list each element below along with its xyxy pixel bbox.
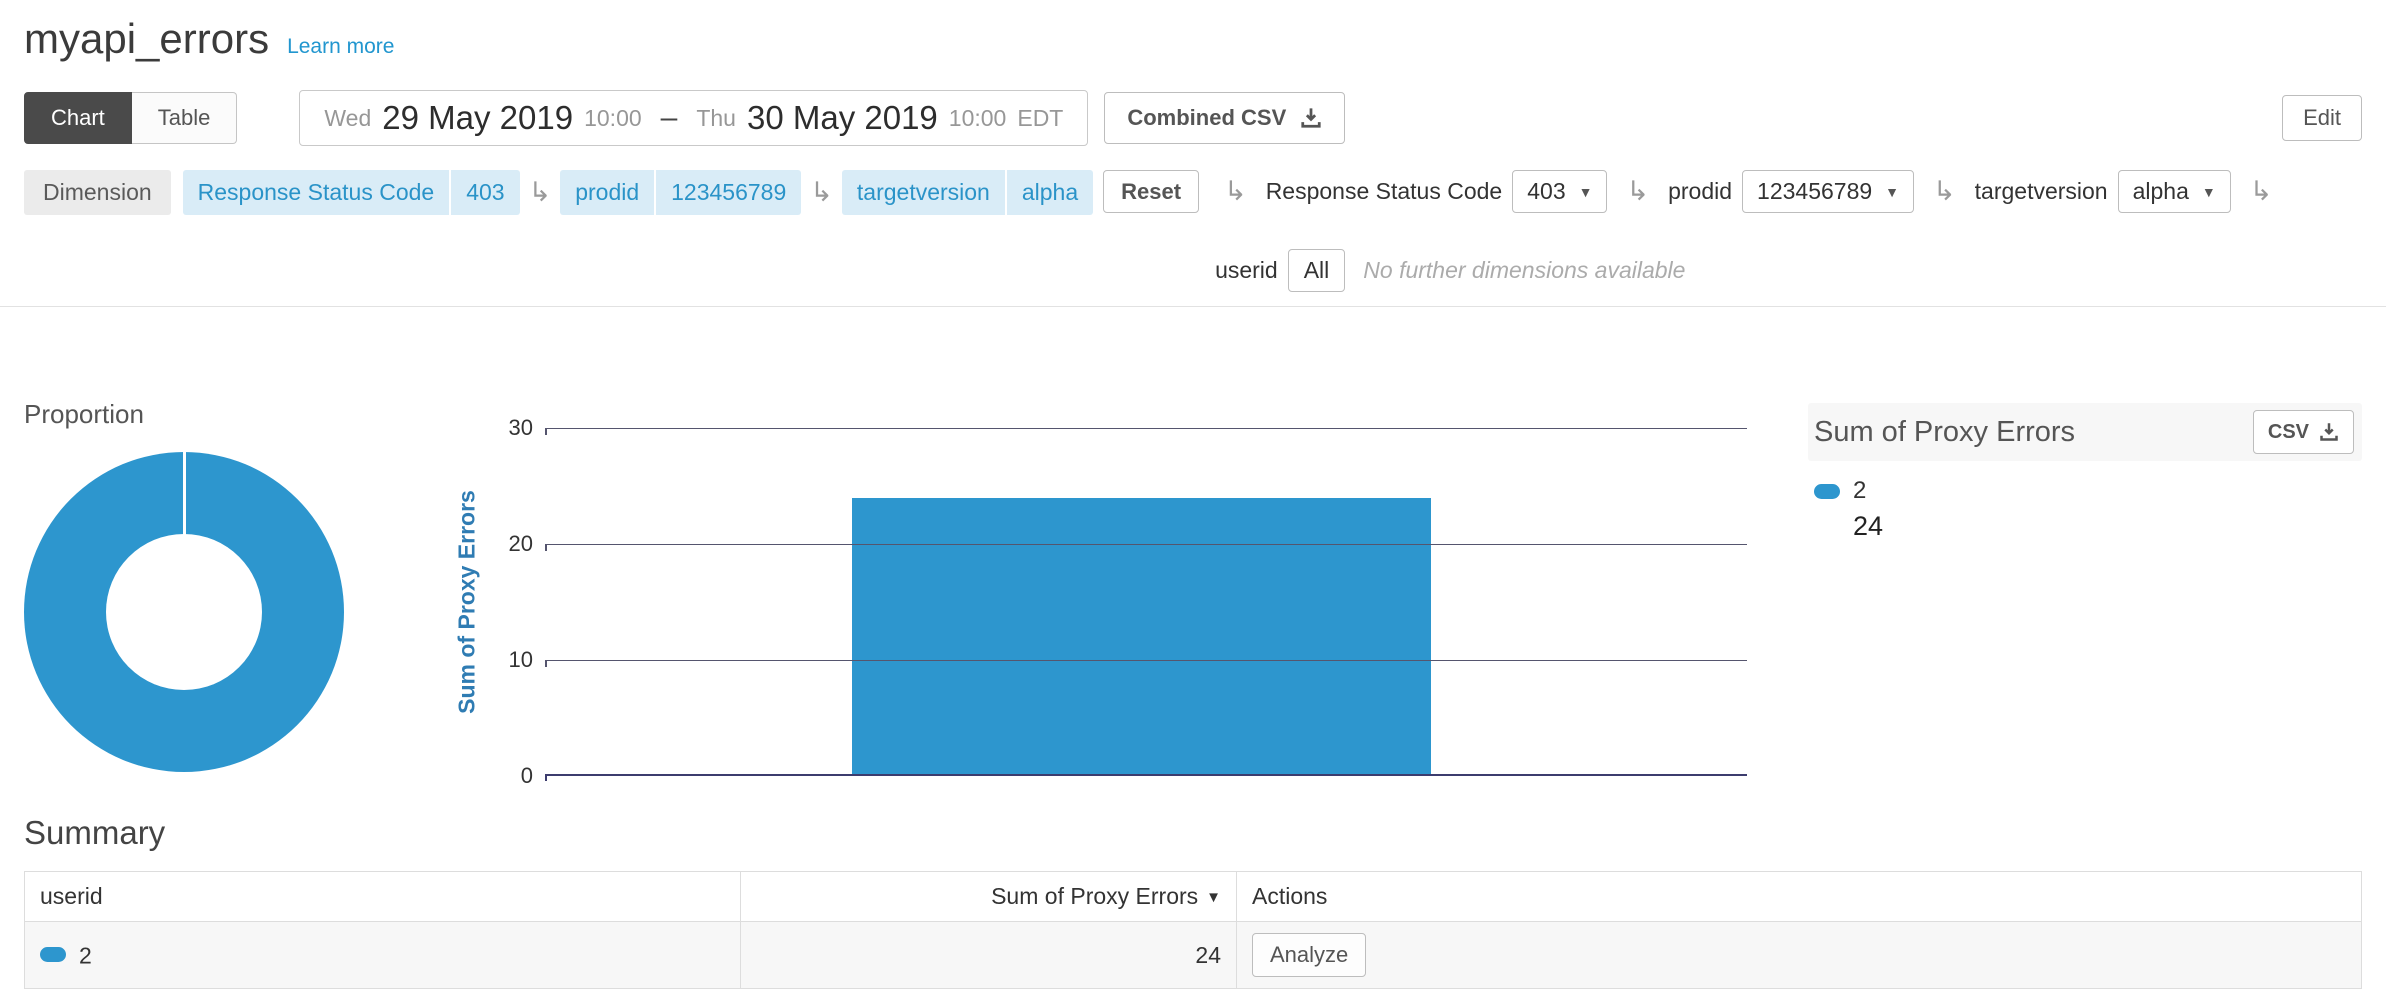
gridline xyxy=(545,544,1747,545)
end-date: 30 May 2019 xyxy=(747,99,938,137)
combined-csv-label: Combined CSV xyxy=(1127,105,1286,131)
csv-label: CSV xyxy=(2268,421,2309,444)
y-tick-label: 20 xyxy=(465,531,533,557)
gridline xyxy=(545,660,1747,661)
legend-panel: Sum of Proxy Errors CSV 2 24 xyxy=(1808,403,2362,542)
view-toggle: Chart Table xyxy=(24,92,237,144)
proportion-title: Proportion xyxy=(24,399,144,430)
page: myapi_errors Learn more Chart Table Wed … xyxy=(0,0,2386,989)
column-header-actions: Actions xyxy=(1237,872,2362,922)
charts-section: Proportion Sum of Proxy Errors Sum of Pr… xyxy=(24,307,2362,807)
selected-value: alpha xyxy=(2133,178,2189,205)
date-range-picker[interactable]: Wed 29 May 2019 10:00 – Thu 30 May 2019 … xyxy=(299,90,1088,146)
date-range-separator: – xyxy=(661,101,678,135)
column-header-sum-label: Sum of Proxy Errors xyxy=(991,883,1198,909)
cell-userid: 2 xyxy=(25,922,741,989)
level-down-arrow-icon: ↳ xyxy=(1626,178,1649,205)
applied-dimension-chips: Response Status Code 403 ↳ prodid 123456… xyxy=(183,170,1093,215)
end-day: Thu xyxy=(696,105,736,132)
sort-down-icon: ▼ xyxy=(1206,889,1221,906)
summary-table: userid Sum of Proxy Errors ▼ Actions 2 24… xyxy=(24,871,2362,989)
chip-name: Response Status Code xyxy=(183,170,450,215)
chevron-down-icon: ▼ xyxy=(1579,184,1593,200)
level-down-arrow-icon: ↳ xyxy=(2250,178,2273,205)
y-axis-title: Sum of Proxy Errors xyxy=(454,490,481,714)
dimension-label: Dimension xyxy=(24,170,171,215)
bar-plot xyxy=(545,428,1747,776)
csv-button[interactable]: CSV xyxy=(2253,410,2354,454)
chevron-down-icon: ▼ xyxy=(2202,184,2216,200)
level-down-arrow-icon: ↳ xyxy=(810,179,833,206)
selector-dropdown-response-status-code[interactable]: 403 ▼ xyxy=(1512,170,1607,213)
proportion-donut[interactable] xyxy=(24,452,344,772)
timezone-label: EDT xyxy=(1017,105,1063,132)
dimension-chip-targetversion[interactable]: targetversion alpha xyxy=(842,170,1093,215)
y-tick-label: 0 xyxy=(465,763,533,789)
no-more-dimensions-note: No further dimensions available xyxy=(1363,257,1685,284)
dimension-chip-prodid[interactable]: prodid 123456789 xyxy=(560,170,801,215)
download-icon xyxy=(1300,107,1322,129)
learn-more-link[interactable]: Learn more xyxy=(287,35,394,58)
header: myapi_errors Learn more xyxy=(24,16,2362,62)
legend-item-value: 24 xyxy=(1853,511,2362,542)
end-time: 10:00 xyxy=(949,105,1007,132)
selector-name-prodid: prodid xyxy=(1668,178,1732,205)
start-time: 10:00 xyxy=(584,105,642,132)
donut-slice-divider xyxy=(183,452,186,612)
level-down-arrow-icon: ↳ xyxy=(1933,178,1956,205)
selector-name-response-status-code: Response Status Code xyxy=(1266,178,1503,205)
edit-button[interactable]: Edit xyxy=(2282,95,2362,141)
chip-value: 403 xyxy=(451,170,519,215)
cell-sum: 24 xyxy=(741,922,1237,989)
summary-heading: Summary xyxy=(24,813,2362,853)
selector-name-targetversion: targetversion xyxy=(1975,178,2108,205)
start-date: 29 May 2019 xyxy=(382,99,573,137)
dimension-selectors: ↳ Response Status Code 403 ▼ ↳ prodid 12… xyxy=(1215,170,2362,292)
chip-name: prodid xyxy=(560,170,654,215)
chart-view-button[interactable]: Chart xyxy=(24,92,132,144)
reset-button[interactable]: Reset xyxy=(1103,170,1199,213)
download-icon xyxy=(2319,422,2339,442)
gridline xyxy=(545,428,1747,429)
dimension-bar: Dimension Response Status Code 403 ↳ pro… xyxy=(24,170,2362,292)
row-swatch xyxy=(40,947,66,962)
column-header-userid: userid xyxy=(25,872,741,922)
chip-name: targetversion xyxy=(842,170,1005,215)
y-tick-label: 10 xyxy=(465,647,533,673)
combined-csv-button[interactable]: Combined CSV xyxy=(1104,92,1345,144)
selected-value: 403 xyxy=(1527,178,1565,205)
gridline xyxy=(545,774,1747,776)
selector-userid-all[interactable]: All xyxy=(1288,249,1346,292)
legend-item[interactable]: 2 xyxy=(1814,477,2362,505)
table-view-button[interactable]: Table xyxy=(132,92,238,144)
column-header-sum[interactable]: Sum of Proxy Errors ▼ xyxy=(741,872,1237,922)
row-userid-label: 2 xyxy=(79,942,92,968)
cell-actions: Analyze xyxy=(1237,922,2362,989)
selector-dropdown-targetversion[interactable]: alpha ▼ xyxy=(2118,170,2231,213)
level-down-arrow-icon: ↳ xyxy=(529,179,552,206)
bar-rect[interactable] xyxy=(852,498,1431,774)
table-header-row: userid Sum of Proxy Errors ▼ Actions xyxy=(25,872,2362,922)
dimension-chip-response-status-code[interactable]: Response Status Code 403 xyxy=(183,170,520,215)
selector-name-userid: userid xyxy=(1215,257,1278,284)
page-title: myapi_errors xyxy=(24,16,269,62)
legend-header: Sum of Proxy Errors CSV xyxy=(1808,403,2362,461)
chip-value: alpha xyxy=(1007,170,1093,215)
legend-title: Sum of Proxy Errors xyxy=(1814,416,2075,449)
toolbar: Chart Table Wed 29 May 2019 10:00 – Thu … xyxy=(24,90,2362,146)
legend-item-label: 2 xyxy=(1853,477,1866,505)
level-down-arrow-icon: ↳ xyxy=(1224,178,1247,205)
legend-swatch xyxy=(1814,484,1840,499)
start-day: Wed xyxy=(324,105,371,132)
chip-value: 123456789 xyxy=(656,170,801,215)
table-row: 2 24 Analyze xyxy=(25,922,2362,989)
selector-dropdown-prodid[interactable]: 123456789 ▼ xyxy=(1742,170,1914,213)
chevron-down-icon: ▼ xyxy=(1885,184,1899,200)
analyze-button[interactable]: Analyze xyxy=(1252,933,1366,977)
y-tick-label: 30 xyxy=(465,415,533,441)
selected-value: 123456789 xyxy=(1757,178,1872,205)
